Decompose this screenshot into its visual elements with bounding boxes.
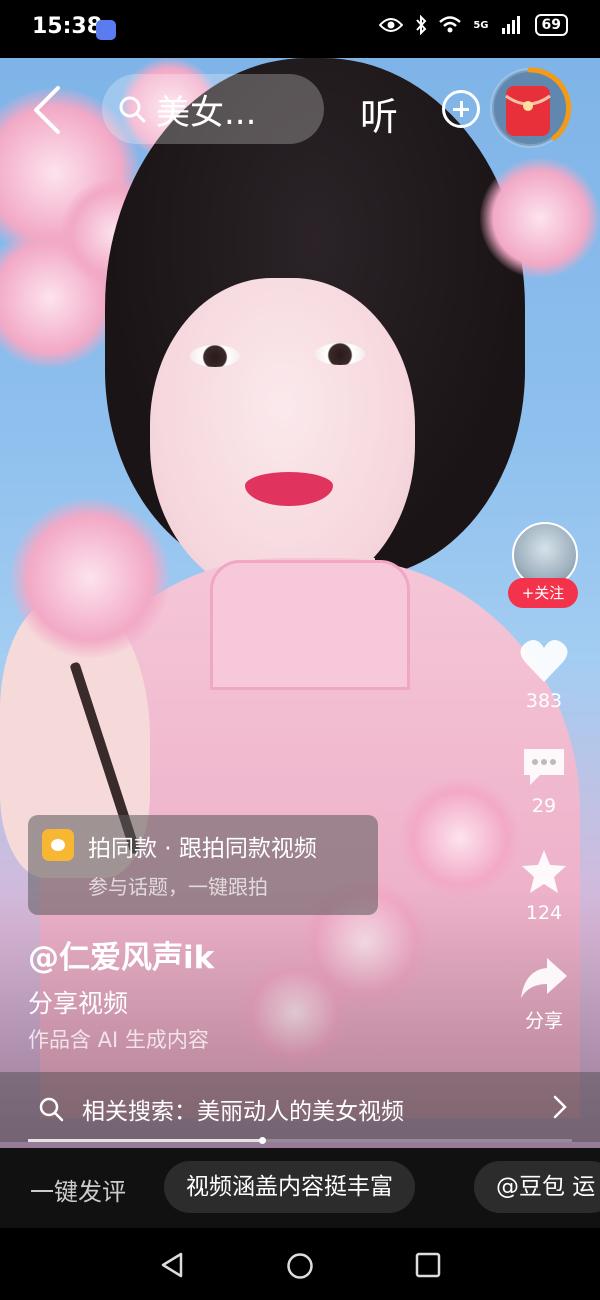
progress-bar[interactable] (28, 1137, 572, 1144)
5g-signal-icon (501, 16, 520, 34)
suggested-comment-chip[interactable]: 视频涵盖内容挺丰富 (164, 1161, 415, 1213)
system-nav-bar (0, 1228, 600, 1300)
heart-icon (520, 640, 568, 682)
capsule-subtitle: 参与话题，一键跟拍 (88, 875, 268, 899)
quick-comment-label[interactable]: 一键发评 (30, 1172, 126, 1207)
dress-flower (400, 778, 520, 898)
favorite-count: 124 (525, 902, 563, 924)
chevron-right-icon (553, 1095, 567, 1119)
search-icon (39, 1097, 64, 1122)
red-packet-timer-icon[interactable] (488, 66, 572, 150)
search-icon (119, 96, 146, 123)
figure-eye-right (315, 343, 365, 365)
video-description: 分享视频 (28, 989, 129, 1018)
ai-content-notice: 作品含 AI 生成内容 (28, 1028, 209, 1052)
bluetooth-icon (416, 15, 427, 35)
comment-count: 29 (531, 795, 557, 817)
comment-button[interactable]: 29 (504, 745, 584, 817)
nav-back-icon[interactable] (160, 1252, 184, 1278)
nav-recents-icon[interactable] (415, 1252, 441, 1278)
suggested-comment-chip[interactable]: @豆包 运 (474, 1161, 600, 1213)
share-icon (521, 958, 567, 998)
search-query: 美女... (156, 92, 257, 133)
status-bar: 15:38 5G 69 (0, 0, 600, 58)
share-label: 分享 (524, 1010, 563, 1032)
status-time: 15:38 (32, 14, 103, 39)
nav-home-icon[interactable] (286, 1252, 314, 1280)
comment-icon (524, 749, 564, 785)
related-search-bar[interactable]: 相关搜索：美丽动人的美女视频 (0, 1072, 600, 1142)
add-icon[interactable] (442, 90, 480, 128)
hair-flower (480, 158, 600, 278)
progress-knob[interactable] (258, 1137, 266, 1144)
battery-indicator: 69 (534, 14, 568, 36)
eye-icon (379, 18, 404, 32)
search-box[interactable]: 美女... (102, 74, 324, 144)
like-button[interactable]: 383 (504, 638, 584, 712)
follow-button[interactable]: +关注 (508, 578, 578, 608)
like-count: 383 (525, 690, 563, 712)
share-button[interactable]: 分享 (504, 956, 584, 1033)
progress-fill (28, 1139, 262, 1142)
held-blossom (10, 498, 170, 658)
star-icon (522, 850, 566, 893)
comment-bar: 一键发评 视频涵盖内容挺丰富 @豆包 运 (0, 1148, 600, 1228)
listen-button[interactable]: 听 (360, 86, 398, 141)
figure-face (150, 278, 415, 598)
top-bar: 美女... 听 (0, 58, 600, 168)
shoot-same-capsule[interactable]: 拍同款 · 跟拍同款视频 参与话题，一键跟拍 (28, 815, 378, 915)
back-icon[interactable] (28, 80, 68, 140)
figure-collar (210, 560, 410, 690)
network-type: 5G (473, 19, 489, 31)
favorite-button[interactable]: 124 (504, 848, 584, 924)
capsule-title: 拍同款 · 跟拍同款视频 (88, 836, 317, 862)
figure-eye-left (190, 345, 240, 367)
author-name[interactable]: @仁爱风声ik (28, 932, 214, 977)
notification-app-icon (96, 20, 116, 40)
wifi-icon (439, 16, 462, 33)
camera-icon (42, 829, 74, 861)
related-search-text: 相关搜索：美丽动人的美女视频 (82, 1099, 404, 1125)
status-indicators: 5G 69 (379, 14, 568, 36)
